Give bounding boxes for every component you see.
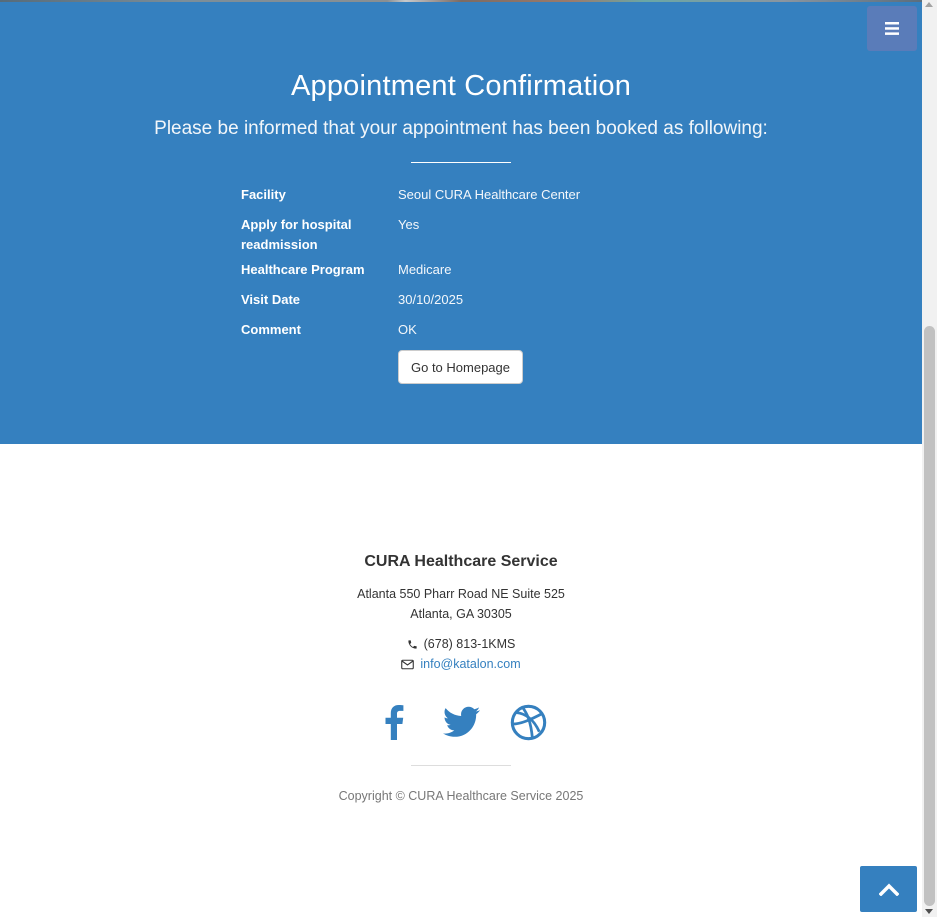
phone-number: (678) 813-1KMS: [423, 637, 516, 651]
readmission-value: Yes: [398, 217, 420, 232]
twitter-icon: [442, 706, 480, 737]
facebook-link[interactable]: [376, 702, 413, 742]
program-label: Healthcare Program: [241, 262, 365, 277]
chevron-up-icon: [878, 883, 899, 896]
facility-label: Facility: [241, 187, 286, 202]
scroll-to-top-button[interactable]: [860, 866, 917, 912]
header-image-strip: [0, 0, 922, 2]
scroll-up-arrow[interactable]: [925, 2, 933, 7]
page-title: Appointment Confirmation: [290, 70, 632, 102]
facebook-icon: [385, 705, 404, 740]
page-subtitle: Please be informed that your appointment…: [154, 118, 768, 139]
readmission-label: Apply for hospital readmission: [241, 217, 352, 252]
envelope-icon: [401, 659, 415, 669]
copyright-text: Copyright © CURA Healthcare Service 2025: [338, 789, 584, 803]
bars-icon: [885, 22, 899, 35]
address-line-2: Atlanta, GA 30305: [410, 607, 512, 621]
visit-date-value: 30/10/2025: [398, 292, 464, 307]
footer-brand: CURA Healthcare Service: [364, 553, 558, 570]
go-to-homepage-button[interactable]: Go to Homepage: [398, 350, 523, 384]
scroll-down-arrow[interactable]: [925, 909, 933, 914]
visit-date-label: Visit Date: [241, 292, 301, 307]
comment-label: Comment: [241, 322, 301, 337]
email-row: info@katalon.com: [0, 657, 922, 671]
email-link[interactable]: info@katalon.com: [420, 657, 520, 671]
social-links: [0, 702, 922, 742]
program-value: Medicare: [398, 262, 452, 277]
page-scrollbar[interactable]: [922, 0, 937, 917]
dribbble-icon: [510, 704, 546, 740]
twitter-link[interactable]: [442, 702, 480, 742]
menu-toggle-button[interactable]: [867, 6, 917, 51]
phone-icon: [408, 639, 417, 649]
address-line-1: Atlanta 550 Pharr Road NE Suite 525: [357, 587, 565, 601]
footer-divider: [411, 765, 511, 766]
comment-value: OK: [398, 322, 417, 337]
site-footer: CURA Healthcare Service Atlanta 550 Phar…: [0, 444, 922, 917]
scrollbar-thumb[interactable]: [924, 326, 935, 906]
facility-value: Seoul CURA Healthcare Center: [398, 187, 581, 202]
title-divider: [411, 162, 511, 163]
confirmation-section: Appointment Confirmation Please be infor…: [0, 0, 922, 444]
phone-row: (678) 813-1KMS: [0, 637, 922, 651]
dribbble-link[interactable]: [510, 702, 547, 742]
